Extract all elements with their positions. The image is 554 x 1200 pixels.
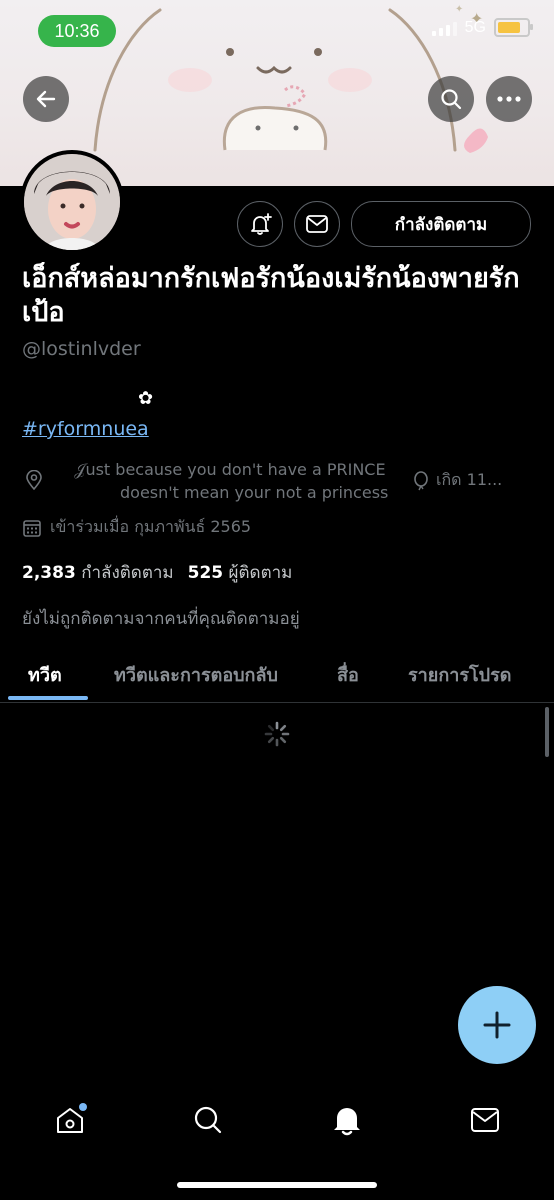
joined-date: เข้าร่วมเมื่อ กุมภาพันธ์ 2565 <box>22 515 251 540</box>
search-button[interactable] <box>428 76 474 122</box>
nav-messages[interactable] <box>465 1100 505 1140</box>
nav-mail-icon <box>471 1108 499 1132</box>
signal-icon <box>431 20 457 36</box>
location-text: 𝒥ust because you don't have a PRINCE doe… <box>50 458 410 504</box>
mail-icon <box>306 215 328 233</box>
status-indicators: 5G <box>431 18 533 37</box>
avatar[interactable] <box>20 150 124 254</box>
username: @lostinlvder <box>22 338 141 360</box>
tab-likes[interactable]: รายการโปรด <box>408 660 511 689</box>
location-icon <box>26 470 42 490</box>
following-count: 2,383 <box>22 563 76 583</box>
location-line-2: doesn't mean your not a princess <box>120 483 389 502</box>
nav-search[interactable] <box>188 1100 228 1140</box>
home-indicator <box>177 1182 377 1188</box>
svg-text:✦: ✦ <box>455 4 463 15</box>
status-time: 10:36 <box>38 15 116 47</box>
nav-notifications[interactable] <box>327 1100 367 1140</box>
following-label: กำลังติดตาม <box>81 563 174 583</box>
joined-text: เข้าร่วมเมื่อ กุมภาพันธ์ 2565 <box>50 517 252 536</box>
notification-bell-add-icon <box>251 213 272 235</box>
back-icon <box>36 90 56 108</box>
notification-subscribe-button[interactable] <box>237 201 283 247</box>
home-icon <box>57 1103 87 1133</box>
location-line-1: 𝒥ust because you don't have a PRINCE <box>74 460 386 479</box>
bio-flower: ✿ <box>138 388 154 409</box>
tab-media[interactable]: สื่อ <box>337 660 359 689</box>
battery-icon <box>494 18 533 37</box>
follow-stats: 2,383 กำลังติดตาม 525 ผู้ติดตาม <box>22 559 292 586</box>
profile-tabs: ทวีต ทวีตและการตอบกลับ สื่อ รายการโปรด <box>0 640 554 703</box>
display-name: เอ็กส์หล่อมากรักเฟอรักน้องเม่รักน้องพายร… <box>22 263 520 328</box>
more-button[interactable] <box>486 76 532 122</box>
plus-icon <box>483 1011 511 1039</box>
avatar-photo <box>24 154 120 250</box>
more-icon <box>497 96 521 102</box>
back-button[interactable] <box>23 76 69 122</box>
compose-tweet-button[interactable] <box>458 986 536 1064</box>
following-link[interactable]: 2,383 กำลังติดตาม <box>22 559 174 586</box>
followers-link[interactable]: 525 ผู้ติดตาม <box>188 559 293 586</box>
birth-date: เกิด 11... <box>412 468 502 493</box>
network-label: 5G <box>464 18 486 36</box>
nav-search-icon <box>194 1106 222 1134</box>
search-icon <box>441 89 462 110</box>
scrollbar[interactable] <box>545 707 549 757</box>
mutual-followers-note: ยังไม่ถูกติดตามจากคนที่คุณติดตามอยู่ <box>22 609 300 629</box>
bio-hashtag-link[interactable]: #ryformnuea <box>22 418 149 440</box>
followers-label: ผู้ติดตาม <box>228 563 293 583</box>
tab-tweets-replies[interactable]: ทวีตและการตอบกลับ <box>114 660 278 689</box>
nav-bell-icon <box>334 1108 360 1136</box>
followers-count: 525 <box>187 563 224 583</box>
nav-home[interactable] <box>50 1100 90 1140</box>
message-button[interactable] <box>294 201 340 247</box>
birth-text: เกิด 11... <box>436 470 503 489</box>
tab-tweets[interactable]: ทวีต <box>28 660 62 689</box>
balloon-icon <box>414 470 428 490</box>
calendar-icon <box>23 519 41 537</box>
active-tab-indicator <box>8 696 88 700</box>
loading-spinner-icon <box>264 721 290 747</box>
following-button[interactable]: กำลังติดตาม <box>351 201 531 247</box>
